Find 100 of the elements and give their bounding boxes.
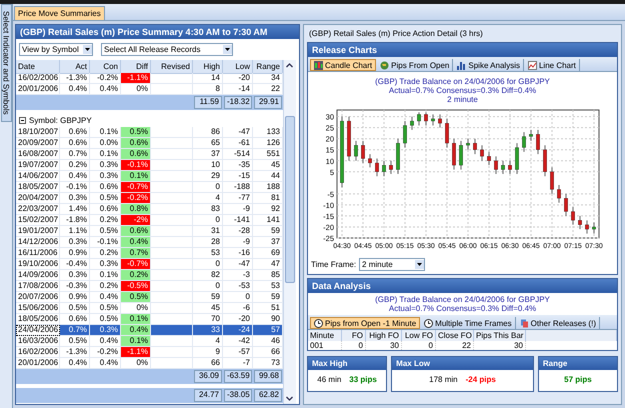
table-row[interactable]: 14/09/2006 0.3% 0.1% 0.2% 82 -3 85 xyxy=(16,270,283,281)
table-row[interactable]: 19/01/2007 1.1% 0.5% 0.6% 31 -28 59 xyxy=(16,226,283,237)
table-cell: 0.6% xyxy=(121,138,151,149)
table-row[interactable]: 20/07/2006 0.9% 0.4% 0.5% 59 0 59 xyxy=(16,292,283,303)
table-cell: -1.1% xyxy=(121,347,151,358)
table-row[interactable]: 16/11/2006 0.9% 0.2% 0.7% 53 -16 69 xyxy=(16,248,283,259)
table-cell: 0.3% xyxy=(60,237,90,248)
table-cell: -42 xyxy=(223,336,253,347)
table-cell: -2% xyxy=(121,215,151,226)
table-cell: -0.1% xyxy=(60,182,90,193)
side-tab[interactable]: Select Indicator and Symbols xyxy=(0,4,12,122)
tab[interactable]: Other Releases (!) xyxy=(516,317,600,329)
column-header[interactable]: Act xyxy=(60,60,90,74)
total-cell: -18.32 xyxy=(224,96,252,109)
table-row[interactable]: 16/08/2007 0.7% 0.1% 0.6% 37 -514 551 xyxy=(16,149,283,160)
table-cell: -0.4% xyxy=(60,259,90,270)
table-cell: 53 xyxy=(193,248,223,259)
table-cell: -141 xyxy=(223,215,253,226)
tab[interactable]: Pips from Open -1 Minute xyxy=(310,317,420,329)
table-cell: 14/06/2007 xyxy=(16,171,60,182)
table-cell: 0.6% xyxy=(121,226,151,237)
table-cell: 1.1% xyxy=(60,226,90,237)
table-cell: -0.1% xyxy=(121,160,151,171)
time-frame-dropdown[interactable]: 2 minute xyxy=(359,258,426,271)
tab[interactable]: Spike Analysis xyxy=(454,59,524,71)
total-cell: -38.05 xyxy=(224,389,252,402)
column-header[interactable]: Minute xyxy=(308,330,342,341)
table-row[interactable]: 16/03/2006 0.5% 0.4% 0.1% 4 -42 46 xyxy=(16,336,283,347)
table-cell: -15 xyxy=(223,171,253,182)
table-cell: 15/02/2007 xyxy=(16,215,60,226)
table-cell: -1.8% xyxy=(60,215,90,226)
column-header[interactable]: Low xyxy=(223,60,253,74)
table-row[interactable]: 24/04/2006 0.7% 0.3% 0.4% 33 -24 57 xyxy=(16,325,283,336)
table-cell: 33 xyxy=(193,325,223,336)
records-dropdown[interactable]: Select All Release Records xyxy=(101,43,233,56)
table-row[interactable]: 18/10/2007 0.6% 0.1% 0.5% 86 -47 133 xyxy=(16,127,283,138)
table-cell: 0 xyxy=(193,259,223,270)
table-cell: 30 xyxy=(366,341,402,350)
table-cell: 0% xyxy=(121,84,151,95)
table-cell: -188 xyxy=(223,182,253,193)
table-row[interactable]: 18/05/2007 -0.1% 0.6% -0.7% 0 -188 188 xyxy=(16,182,283,193)
column-header[interactable]: Revised xyxy=(151,60,193,74)
table-cell: -0.3% xyxy=(60,281,90,292)
table-cell: 16/03/2006 xyxy=(16,336,60,347)
table-cell: 0.1% xyxy=(121,314,151,325)
table-cell: 17/08/2006 xyxy=(16,281,60,292)
tab[interactable]: Price Move Summaries xyxy=(14,6,105,20)
table-cell: 82 xyxy=(193,270,223,281)
column-header[interactable]: Con xyxy=(90,60,121,74)
table-row[interactable]: 16/02/2006 -1.3% -0.2% -1.1% 14 -20 34 xyxy=(16,73,283,84)
total-cell: 62.82 xyxy=(254,389,282,402)
table-cell: -77 xyxy=(223,193,253,204)
tab[interactable]: Multiple Time Frames xyxy=(421,317,516,329)
table-cell: -1.3% xyxy=(60,73,90,84)
table-row[interactable]: 20/04/2007 0.3% 0.5% -0.2% 4 -77 81 xyxy=(16,193,283,204)
table-cell: 20/07/2006 xyxy=(16,292,60,303)
column-header[interactable]: Pips This Bar xyxy=(474,330,526,341)
table-row[interactable]: 14/12/2006 0.3% -0.1% 0.4% 28 -9 37 xyxy=(16,237,283,248)
table-cell: 57 xyxy=(253,325,283,336)
table-row[interactable]: 19/10/2006 -0.4% 0.3% -0.7% 0 -47 47 xyxy=(16,259,283,270)
tab[interactable]: Candle Chart xyxy=(310,59,376,71)
table-cell: 0.5% xyxy=(60,303,90,314)
table-cell: 0 xyxy=(223,292,253,303)
table-cell: -6 xyxy=(223,303,253,314)
table-row[interactable]: 14/06/2007 0.4% 0.3% 0.1% 29 -15 44 xyxy=(16,171,283,182)
table-cell: 86 xyxy=(193,127,223,138)
table-cell: 0.7% xyxy=(121,248,151,259)
table-cell: -61 xyxy=(223,138,253,149)
table-cell: 29 xyxy=(193,171,223,182)
table-row[interactable]: 15/02/2007 -1.8% 0.2% -2% 0 -141 141 xyxy=(16,215,283,226)
table-cell: -53 xyxy=(223,281,253,292)
column-header[interactable]: High FO xyxy=(366,330,402,341)
table-cell: -0.5% xyxy=(121,281,151,292)
table-cell: 0.3% xyxy=(60,270,90,281)
table-cell: -20 xyxy=(223,73,253,84)
table-row[interactable]: 20/09/2007 0.6% 0.0% 0.6% 65 -61 126 xyxy=(16,138,283,149)
table-cell: 20/04/2007 xyxy=(16,193,60,204)
column-header[interactable]: Range xyxy=(253,60,283,74)
table-row[interactable]: 17/08/2006 -0.3% 0.2% -0.5% 0 -53 53 xyxy=(16,281,283,292)
column-header[interactable]: Date xyxy=(16,60,60,74)
table-cell: -514 xyxy=(223,149,253,160)
table-cell: 14 xyxy=(193,73,223,84)
table-row[interactable]: 19/07/2007 0.2% 0.3% -0.1% 10 -35 45 xyxy=(16,160,283,171)
table-row[interactable]: 22/03/2007 1.4% 0.6% 0.8% 83 -9 92 xyxy=(16,204,283,215)
column-header[interactable]: Diff xyxy=(121,60,151,74)
table-row[interactable]: 16/02/2006 -1.3% -0.2% -1.1% 9 -57 66 xyxy=(16,347,283,358)
table-row[interactable]: 15/06/2006 0.5% 0.5% 0% 45 -6 51 xyxy=(16,303,283,314)
chart-title: 2 minute xyxy=(446,95,479,104)
column-header[interactable]: Close FO xyxy=(436,330,474,341)
table-cell: 31 xyxy=(193,226,223,237)
tab[interactable]: Pips From Open xyxy=(377,59,454,71)
analysis-subtitle: (GBP) Trade Balance on 24/04/2006 for GBPJPY xyxy=(374,295,551,304)
column-header[interactable]: High xyxy=(193,60,223,74)
column-header[interactable]: Low FO xyxy=(402,330,436,341)
column-header[interactable]: FO xyxy=(342,330,366,341)
view-dropdown[interactable]: View by Symbol xyxy=(19,43,93,56)
table-cell: 83 xyxy=(193,204,223,215)
tab[interactable]: Line Chart xyxy=(524,59,580,71)
table-cell: 1.4% xyxy=(60,204,90,215)
table-cell: 0.8% xyxy=(121,204,151,215)
